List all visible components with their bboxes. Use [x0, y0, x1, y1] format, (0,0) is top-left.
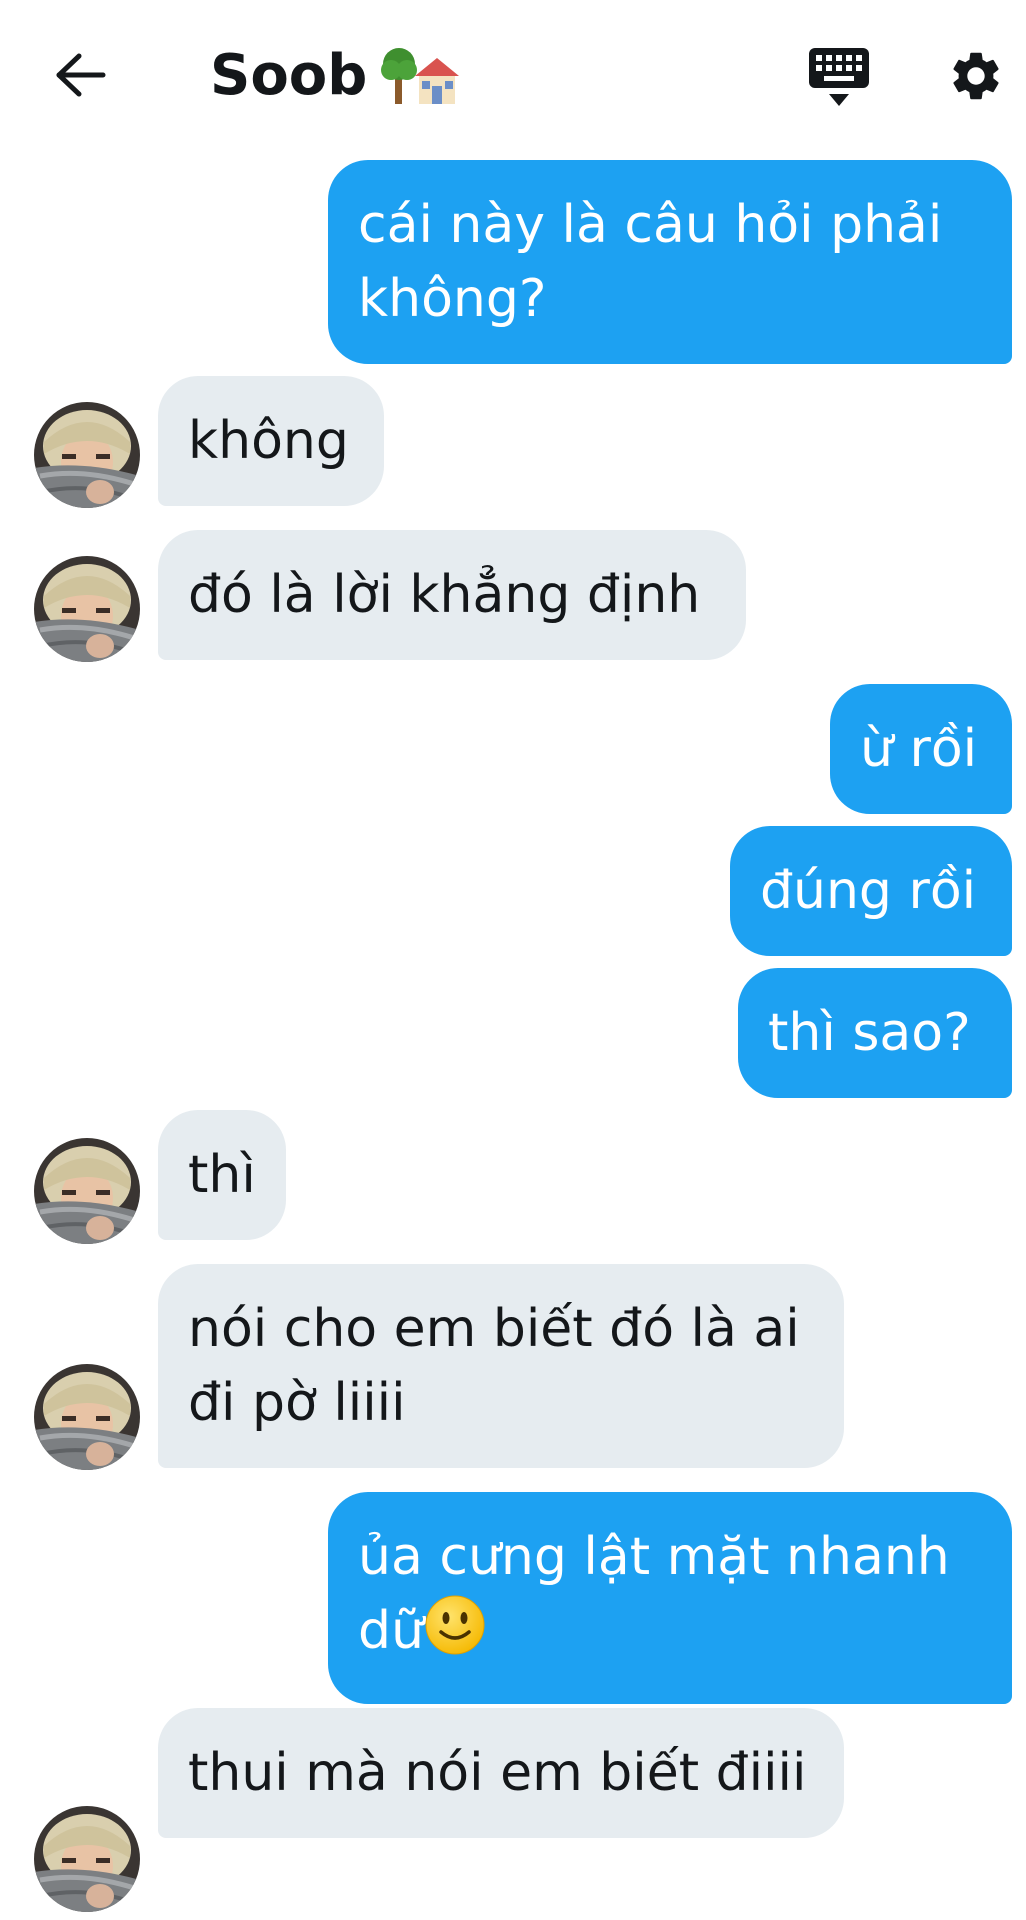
message-outgoing[interactable]: cái này là câu hỏi phải không? — [328, 160, 1012, 364]
avatar[interactable] — [34, 402, 140, 508]
message-text: cái này là câu hỏi phải không? — [358, 195, 943, 329]
message-text: thì — [188, 1145, 256, 1205]
avatar[interactable] — [34, 1138, 140, 1244]
message-incoming[interactable]: nói cho em biết đó là ai đi pờ liiii — [158, 1264, 844, 1468]
message-incoming[interactable]: thui mà nói em biết điiii — [158, 1708, 844, 1838]
avatar[interactable] — [34, 556, 140, 662]
message-text: thui mà nói em biết điiii — [188, 1743, 807, 1803]
gear-icon — [953, 52, 999, 100]
message-text: đúng rồi — [760, 861, 977, 921]
avatar[interactable] — [34, 1806, 140, 1912]
message-outgoing[interactable]: thì sao? — [738, 968, 1012, 1098]
message-outgoing[interactable]: ủa cưng lật mặt nhanh dữ — [328, 1492, 1012, 1704]
message-incoming[interactable]: đó là lời khẳng định — [158, 530, 746, 660]
back-button[interactable] — [50, 44, 112, 106]
message-outgoing[interactable]: ừ rồi — [830, 684, 1012, 814]
message-text: ừ rồi — [860, 719, 978, 779]
message-text: nói cho em biết đó là ai đi pờ liiii — [188, 1299, 800, 1433]
settings-button[interactable] — [944, 44, 1008, 108]
avatar[interactable] — [34, 1364, 140, 1470]
message-text: đó là lời khẳng định — [188, 565, 701, 625]
message-text: thì sao? — [768, 1003, 971, 1063]
keyboard-toggle-button[interactable] — [802, 42, 876, 112]
keyboard-icon — [809, 48, 869, 106]
chat-header: Soob — [0, 0, 1026, 150]
contact-name: Soob — [210, 42, 368, 108]
message-outgoing[interactable]: đúng rồi — [730, 826, 1012, 956]
message-text: không — [188, 411, 349, 471]
slightly-smiling-face-emoji — [424, 1594, 486, 1676]
tree-house-emoji — [381, 40, 461, 110]
conversation-title: Soob — [210, 38, 461, 112]
back-arrow-icon — [56, 53, 106, 97]
message-incoming[interactable]: không — [158, 376, 384, 506]
message-incoming[interactable]: thì — [158, 1110, 286, 1240]
